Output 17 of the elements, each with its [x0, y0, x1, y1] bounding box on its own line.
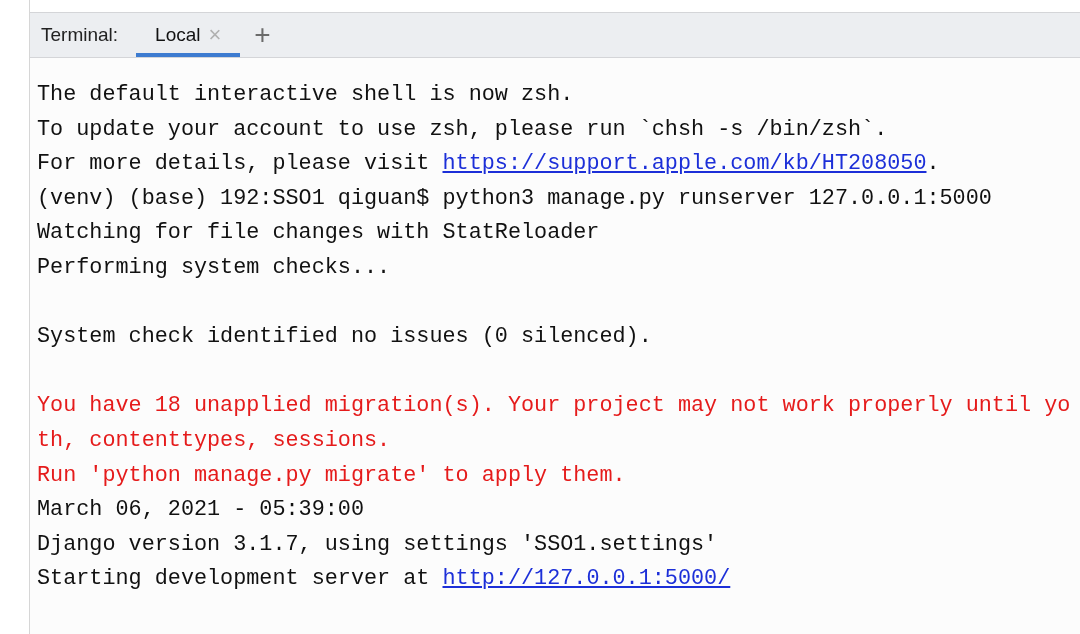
terminal-line: Starting development server at http://127.0.0.1:5000/ [37, 565, 731, 594]
terminal-line: System check identified no issues (0 silenced). [37, 323, 652, 352]
terminal-line: You have 18 unapplied migration(s). Your project may not work properly until yo [37, 392, 1071, 421]
link[interactable]: https://support.apple.com/kb/HT208050 [442, 151, 927, 177]
terminal-line: Performing system checks... [37, 253, 391, 282]
terminal-line: Watching for file changes with StatReloader [37, 219, 600, 248]
terminal-line: th, contenttypes, sessions. [37, 426, 391, 455]
new-tab-button[interactable]: + [254, 21, 271, 49]
terminal-line: To update your account to use zsh, please run `chsh -s /bin/zsh`. [37, 115, 888, 144]
terminal-line: (venv) (base) 192:SSO1 qiguan$ python3 manage.py runserver 127.0.0.1:5000 [37, 184, 992, 213]
tool-window-title: Terminal: [41, 22, 119, 47]
terminal-line: March 06, 2021 - 05:39:00 [37, 496, 364, 525]
link[interactable]: http://127.0.0.1:5000/ [442, 566, 731, 592]
terminal-line: Run 'python manage.py migrate' to apply them. [37, 461, 626, 490]
terminal-line: The default interactive shell is now zsh. [37, 81, 574, 109]
terminal-line: Django version 3.1.7, using settings 'SSO1.settings' [37, 530, 718, 559]
terminal-line: For more details, please visit https://support.apple.com/kb/HT208050. [37, 150, 940, 179]
